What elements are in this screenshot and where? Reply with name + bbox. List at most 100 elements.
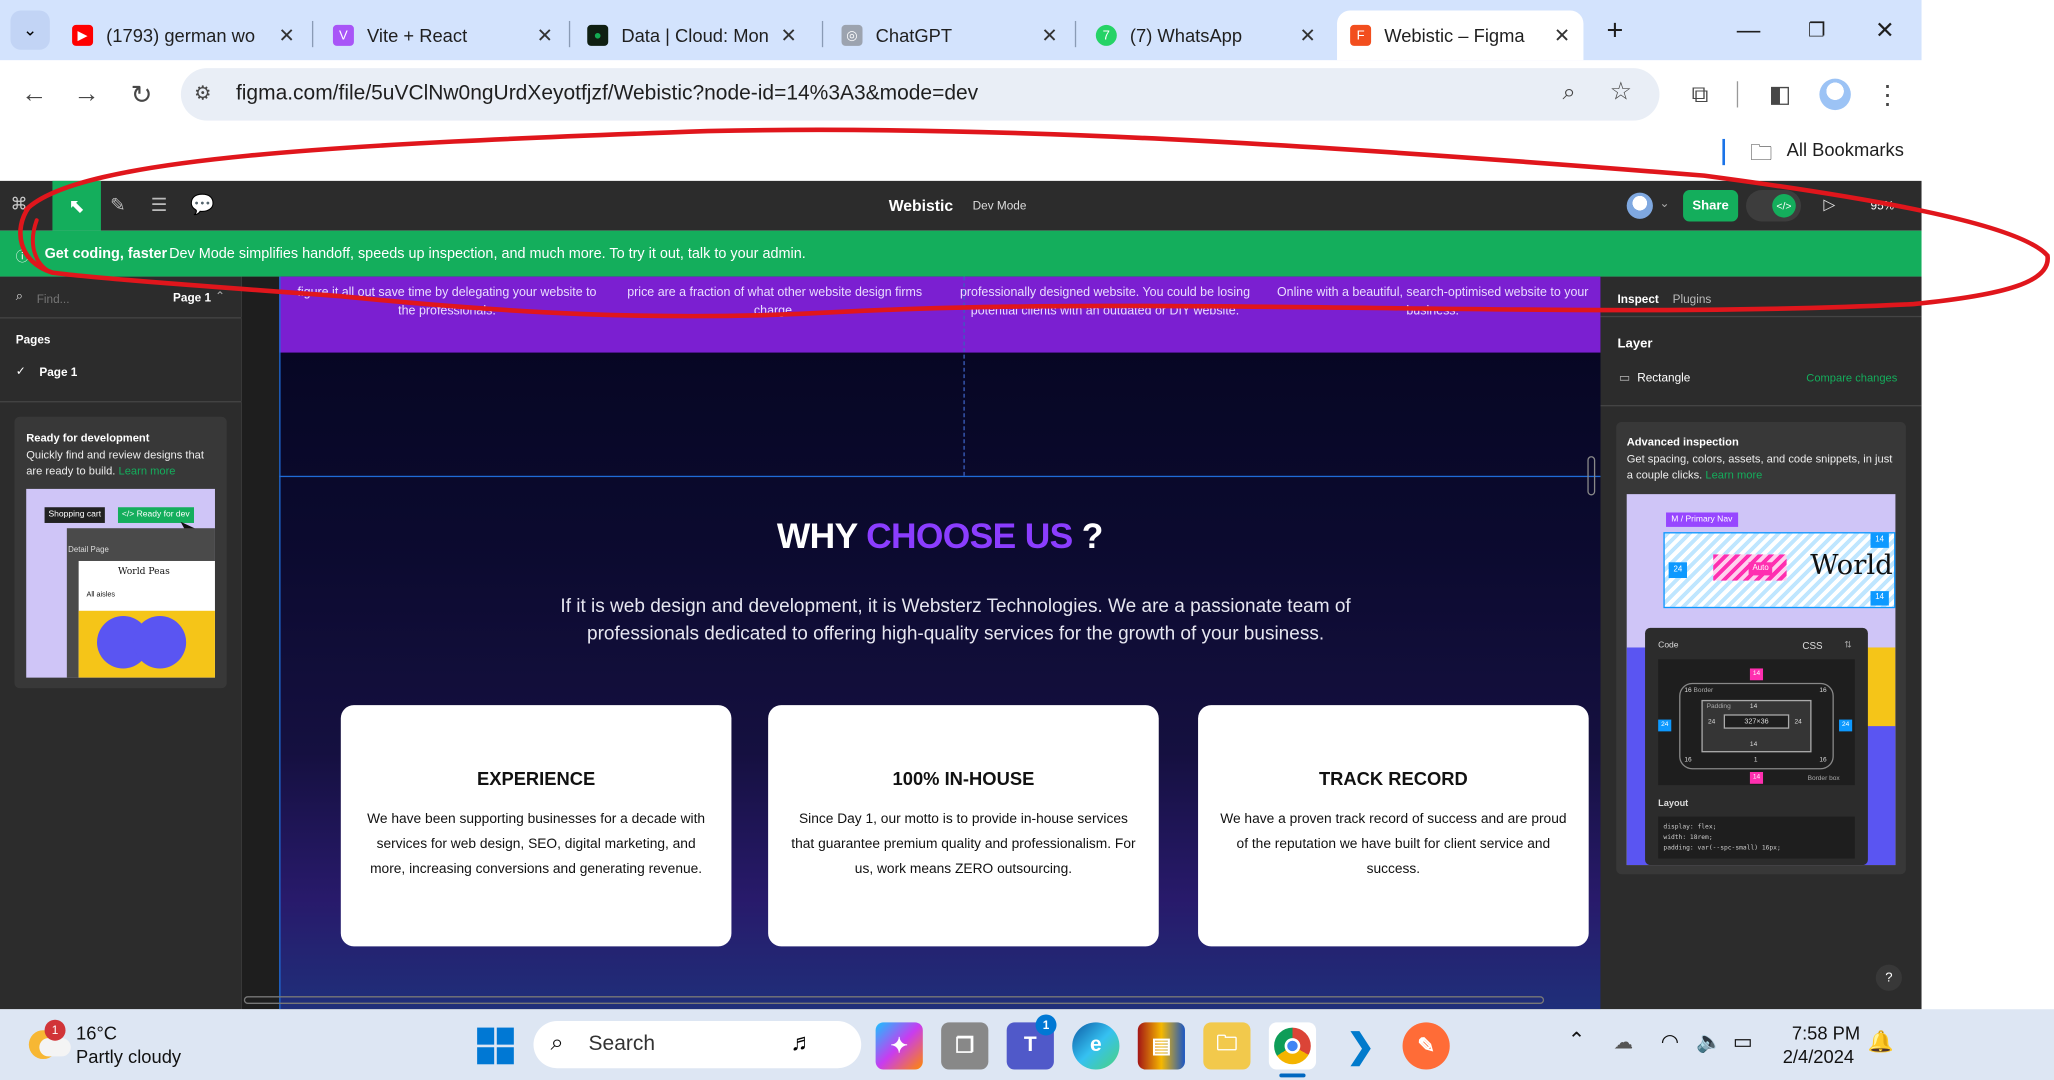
edge-icon[interactable]: e bbox=[1072, 1022, 1120, 1070]
compare-changes-link[interactable]: Compare changes bbox=[1806, 371, 1897, 384]
weather-icon[interactable]: 1 bbox=[26, 1019, 71, 1060]
canvas-horizontal-scrollbar[interactable] bbox=[243, 996, 1545, 1004]
close-tab-icon[interactable]: ✕ bbox=[780, 24, 796, 47]
site-settings-icon[interactable]: ⚙ bbox=[194, 81, 212, 105]
dev-mode-toggle[interactable]: </> bbox=[1745, 190, 1802, 222]
learn-more-link[interactable]: Learn more bbox=[119, 464, 176, 477]
tab-figma-active[interactable]: F Webistic – Figma ✕ bbox=[1337, 10, 1584, 61]
tab-vite[interactable]: V Vite + React ✕ bbox=[320, 10, 566, 60]
copilot-icon[interactable]: ✦ bbox=[875, 1022, 923, 1070]
tab-inspect[interactable]: Inspect bbox=[1618, 292, 1659, 305]
adv-preview: M / Primary Nav Auto World 24 14 14 Code… bbox=[1626, 494, 1896, 866]
figma-menu-icon[interactable]: ⌘ bbox=[10, 194, 27, 215]
address-bar[interactable]: ⚙ figma.com/file/5uVClNw0ngUrdXeyotfjzf/… bbox=[180, 68, 1660, 121]
figma-toolbar: ⌘ ⬉ ✎ ☰ 💬 Webistic Dev Mode ⌄ Share </> … bbox=[0, 180, 1922, 231]
tab-search-dropdown-icon[interactable]: ⌄ bbox=[10, 10, 50, 50]
chevron-up-icon[interactable]: ⌃ bbox=[1568, 1028, 1586, 1054]
notification-bell-icon[interactable]: 🔔 bbox=[1868, 1029, 1894, 1055]
share-button[interactable]: Share bbox=[1683, 190, 1739, 222]
close-tab-icon[interactable]: ✕ bbox=[1554, 24, 1570, 47]
weather-temp[interactable]: 16°C bbox=[76, 1022, 117, 1043]
help-button[interactable]: ? bbox=[1875, 964, 1902, 991]
annotate-tool-icon[interactable]: ☰ bbox=[151, 194, 167, 216]
bookmark-star-icon[interactable]: ☆ bbox=[1610, 77, 1632, 107]
chevron-down-icon[interactable]: ⌄ bbox=[1659, 197, 1669, 211]
new-tab-button[interactable]: + bbox=[1589, 10, 1641, 49]
onedrive-icon[interactable]: ☁ bbox=[1614, 1030, 1634, 1054]
whatsapp-icon: 7 bbox=[1095, 24, 1117, 46]
wifi-icon[interactable]: ◠ bbox=[1661, 1029, 1679, 1055]
menu-kebab-icon[interactable]: ⋮ bbox=[1869, 76, 1906, 113]
card-text: Since Day 1, our motto is to provide in-… bbox=[791, 811, 1136, 877]
close-tab-icon[interactable]: ✕ bbox=[1300, 24, 1316, 47]
vscode-icon[interactable]: ❯ bbox=[1337, 1022, 1384, 1069]
figma-canvas[interactable]: figure it all out save time by delegatin… bbox=[241, 276, 1601, 1010]
windows-start-icon[interactable] bbox=[477, 1027, 514, 1065]
chrome-icon[interactable] bbox=[1268, 1022, 1317, 1070]
search-highlight-icon: ♬ bbox=[790, 1028, 815, 1056]
zoom-level[interactable]: 95% bbox=[1871, 199, 1895, 212]
extensions-icon[interactable]: ⧉ bbox=[1682, 76, 1719, 113]
weather-desc[interactable]: Partly cloudy bbox=[76, 1046, 181, 1067]
side-panel-icon[interactable]: ◧ bbox=[1762, 76, 1799, 113]
design-frame[interactable]: figure it all out save time by delegatin… bbox=[279, 276, 1601, 1010]
forward-icon[interactable]: → bbox=[68, 76, 105, 113]
tab-chatgpt[interactable]: ◎ ChatGPT ✕ bbox=[828, 10, 1070, 60]
learn-more-link[interactable]: Learn more bbox=[1705, 468, 1762, 481]
teams-icon[interactable]: T1 bbox=[1006, 1014, 1057, 1070]
profile-avatar[interactable] bbox=[1817, 76, 1854, 113]
battery-icon[interactable]: ▭ bbox=[1733, 1029, 1753, 1055]
close-tab-icon[interactable]: ✕ bbox=[278, 24, 294, 47]
close-tab-icon[interactable]: ✕ bbox=[1041, 24, 1057, 47]
comment-tool-icon[interactable]: 💬 bbox=[190, 193, 214, 216]
winrar-icon[interactable]: ▤ bbox=[1137, 1022, 1185, 1070]
thumb-brand: World Peas bbox=[117, 566, 170, 577]
minimize-icon[interactable]: — bbox=[1722, 10, 1774, 49]
close-tab-icon[interactable]: ✕ bbox=[537, 24, 553, 47]
settings-sliders-icon[interactable]: ⇅ bbox=[1844, 640, 1852, 650]
zoom-search-icon[interactable]: ⌕ bbox=[1562, 79, 1575, 107]
file-explorer-icon[interactable]: 🗀 bbox=[1203, 1022, 1251, 1070]
chatgpt-icon: ◎ bbox=[841, 24, 863, 46]
search-label: Search bbox=[588, 1032, 656, 1056]
url-text[interactable]: figma.com/file/5uVClNw0ngUrdXeyotfjzf/We… bbox=[236, 83, 978, 107]
back-icon[interactable]: ← bbox=[16, 76, 53, 113]
clock-date[interactable]: 2/4/2024 bbox=[1783, 1046, 1854, 1067]
taskbar-search-box[interactable]: ⌕ Search ♬ bbox=[533, 1021, 862, 1069]
reload-icon[interactable]: ↻ bbox=[123, 76, 160, 113]
file-name[interactable]: Webistic bbox=[889, 197, 953, 215]
ready-for-dev-card: Ready for development Quickly find and r… bbox=[14, 416, 227, 689]
tab-youtube[interactable]: ▶ (1793) german wo ✕ bbox=[59, 10, 308, 60]
volume-icon[interactable]: 🔈 bbox=[1696, 1029, 1722, 1055]
pages-heading: Pages bbox=[15, 332, 51, 347]
css-selector[interactable]: CSS bbox=[1802, 640, 1822, 652]
thumb-detail-label: Detail Page bbox=[68, 546, 109, 555]
tab-mongodb[interactable]: ● Data | Cloud: Mon ✕ bbox=[574, 10, 810, 60]
feature-card: 100% IN-HOUSE Since Day 1, our motto is … bbox=[768, 705, 1159, 947]
close-window-icon[interactable]: ✕ bbox=[1859, 10, 1911, 49]
tab-title: (7) WhatsApp bbox=[1129, 24, 1243, 46]
tab-whatsapp[interactable]: 7 (7) WhatsApp ✕ bbox=[1083, 10, 1329, 60]
canvas-vertical-scrollbar[interactable] bbox=[1587, 456, 1596, 496]
layout-label: Layout bbox=[1658, 799, 1689, 809]
vite-icon: V bbox=[332, 24, 354, 46]
all-bookmarks-button[interactable]: All Bookmarks bbox=[1787, 139, 1904, 160]
tab-plugins[interactable]: Plugins bbox=[1673, 292, 1712, 305]
card-text: We have a proven track record of success… bbox=[1220, 811, 1567, 877]
user-avatar[interactable] bbox=[1626, 192, 1653, 219]
postman-icon[interactable]: ✎ bbox=[1402, 1022, 1450, 1070]
browser-tab-bar: ⌄ ▶ (1793) german wo ✕ V Vite + React ✕ … bbox=[0, 0, 1922, 61]
ruler-tool-icon[interactable]: ✎ bbox=[110, 194, 125, 216]
restore-icon[interactable]: ❐ bbox=[1791, 10, 1843, 49]
task-view-icon[interactable]: ❐ bbox=[941, 1022, 989, 1070]
present-play-icon[interactable]: ▷ bbox=[1823, 195, 1835, 213]
page-list-item[interactable]: Page 1 bbox=[39, 366, 77, 379]
move-tool-icon[interactable]: ⬉ bbox=[52, 180, 101, 231]
chevron-up-icon[interactable]: ⌃ bbox=[215, 290, 225, 304]
screen: ⌄ ▶ (1793) german wo ✕ V Vite + React ✕ … bbox=[0, 0, 2054, 1080]
thumb-aisles: All aisles bbox=[86, 591, 115, 599]
band-text: Online with a beautiful, search-optimise… bbox=[1276, 285, 1589, 319]
layer-search-input[interactable] bbox=[36, 288, 155, 310]
page-selector[interactable]: Page 1 bbox=[173, 291, 211, 304]
clock-time[interactable]: 7:58 PM bbox=[1792, 1022, 1860, 1043]
